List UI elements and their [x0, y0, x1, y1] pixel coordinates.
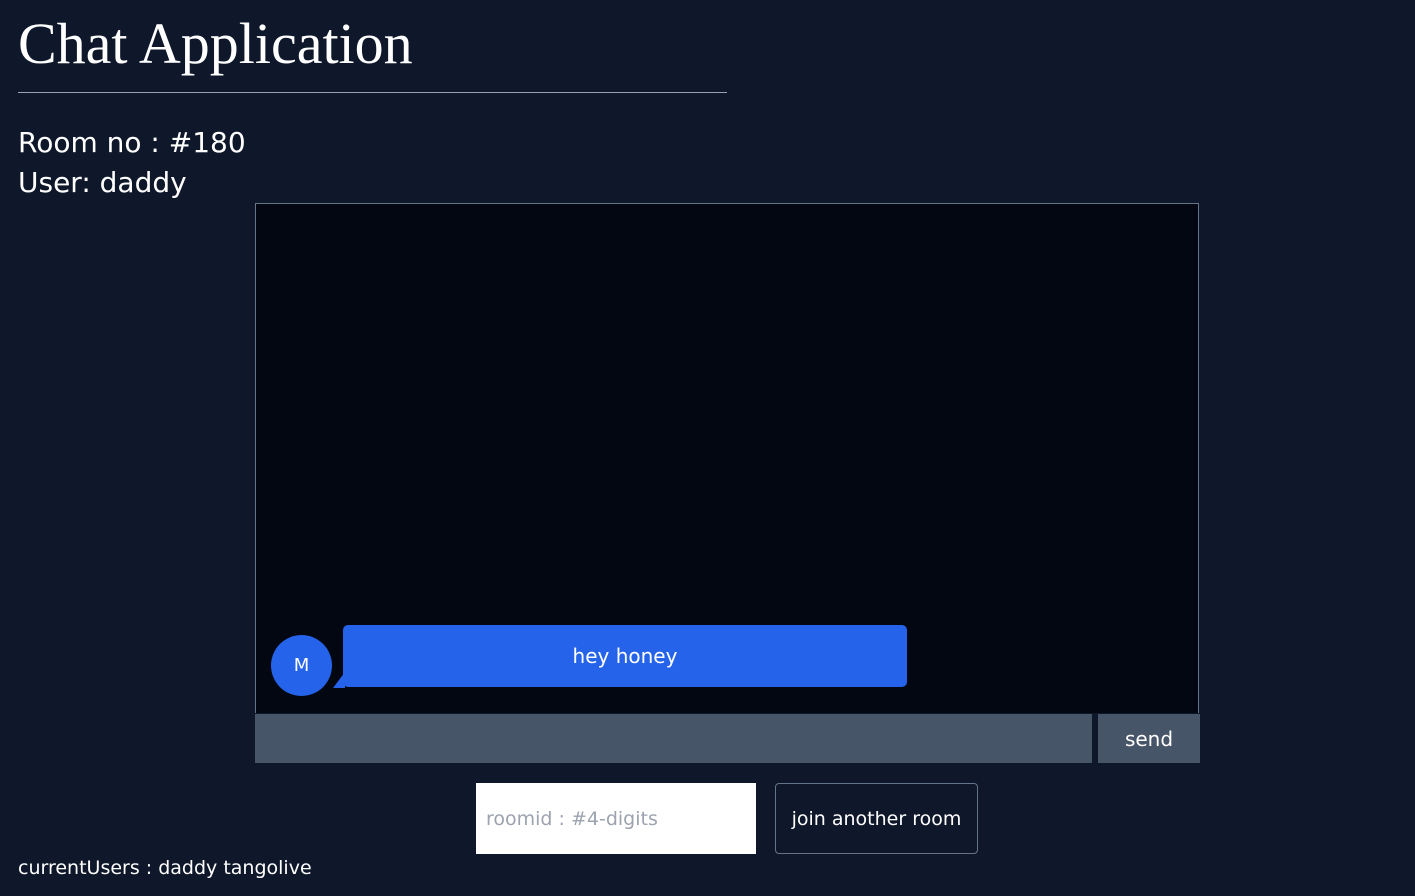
send-button[interactable]: send [1098, 714, 1200, 763]
current-users-label: currentUsers : daddy tangolive [18, 857, 312, 879]
room-number-label: Room no : #180 [18, 126, 246, 159]
page-title: Chat Application [18, 11, 413, 76]
message-input[interactable] [255, 714, 1092, 763]
title-divider [18, 92, 727, 93]
user-label: User: daddy [18, 166, 187, 199]
join-room-button[interactable]: join another room [775, 783, 978, 854]
room-id-input[interactable] [476, 783, 756, 854]
avatar: M [271, 635, 332, 696]
message-bubble: hey honey [343, 625, 907, 687]
